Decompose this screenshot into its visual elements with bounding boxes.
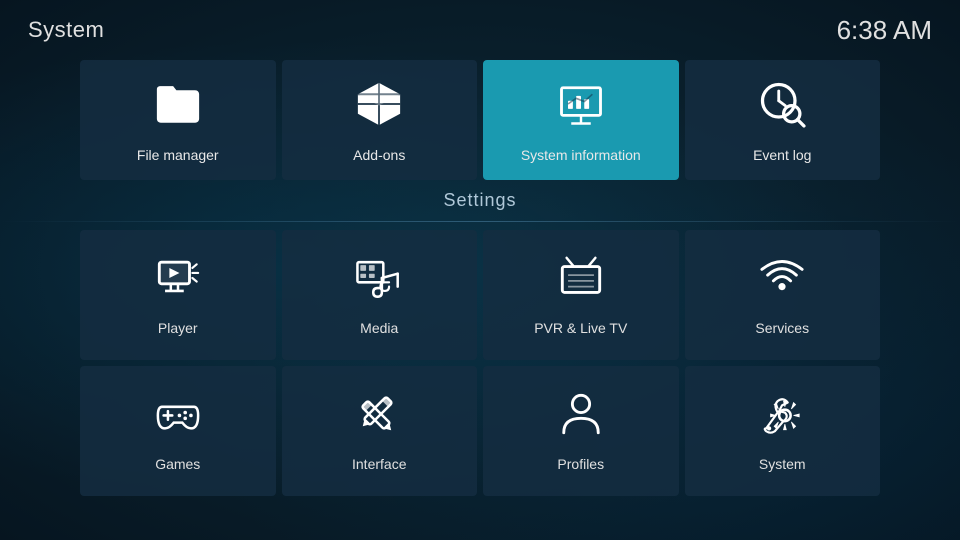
folder-icon — [152, 78, 204, 137]
settings-item-interface-label: Interface — [352, 456, 406, 472]
clock: 6:38 AM — [837, 15, 932, 46]
top-nav-row: File manager Add-ons — [0, 60, 960, 180]
top-item-system-information[interactable]: System information — [483, 60, 679, 180]
settings-divider — [0, 221, 960, 222]
top-item-event-log-label: Event log — [753, 147, 811, 163]
box-svg — [353, 78, 405, 130]
settings-item-system[interactable]: System — [685, 366, 881, 496]
clock-search-svg — [756, 78, 808, 130]
box-icon — [353, 78, 405, 137]
media-icon — [356, 255, 402, 308]
play-icon — [155, 255, 201, 308]
header: System 6:38 AM — [0, 0, 960, 60]
gamepad-icon — [155, 391, 201, 444]
chart-svg — [555, 78, 607, 130]
chart-icon — [555, 78, 607, 137]
top-item-file-manager-label: File manager — [137, 147, 219, 163]
top-item-add-ons[interactable]: Add-ons — [282, 60, 478, 180]
top-item-system-information-label: System information — [521, 147, 641, 163]
settings-item-interface[interactable]: Interface — [282, 366, 478, 496]
wifi-icon — [759, 255, 805, 308]
clock-search-icon — [756, 78, 808, 137]
settings-item-player-label: Player — [158, 320, 198, 336]
gear-icon — [759, 391, 805, 444]
settings-row-1: Player Media — [0, 230, 960, 360]
folder-svg — [152, 78, 204, 130]
settings-item-games[interactable]: Games — [80, 366, 276, 496]
settings-item-system-label: System — [759, 456, 806, 472]
settings-item-pvr[interactable]: PVR & Live TV — [483, 230, 679, 360]
settings-item-services-label: Services — [755, 320, 809, 336]
person-icon — [558, 391, 604, 444]
pencil-icon — [356, 391, 402, 444]
settings-row-2: Games Interface — [0, 366, 960, 496]
settings-item-media[interactable]: Media — [282, 230, 478, 360]
settings-title: Settings — [443, 190, 516, 211]
settings-item-services[interactable]: Services — [685, 230, 881, 360]
page-title: System — [28, 17, 104, 43]
settings-item-pvr-label: PVR & Live TV — [534, 320, 627, 336]
settings-item-media-label: Media — [360, 320, 398, 336]
settings-item-profiles[interactable]: Profiles — [483, 366, 679, 496]
top-item-file-manager[interactable]: File manager — [80, 60, 276, 180]
settings-item-player[interactable]: Player — [80, 230, 276, 360]
settings-item-profiles-label: Profiles — [557, 456, 604, 472]
tv-icon — [558, 255, 604, 308]
top-item-add-ons-label: Add-ons — [353, 147, 405, 163]
settings-item-games-label: Games — [155, 456, 200, 472]
top-item-event-log[interactable]: Event log — [685, 60, 881, 180]
settings-section: Settings Playe — [0, 190, 960, 496]
